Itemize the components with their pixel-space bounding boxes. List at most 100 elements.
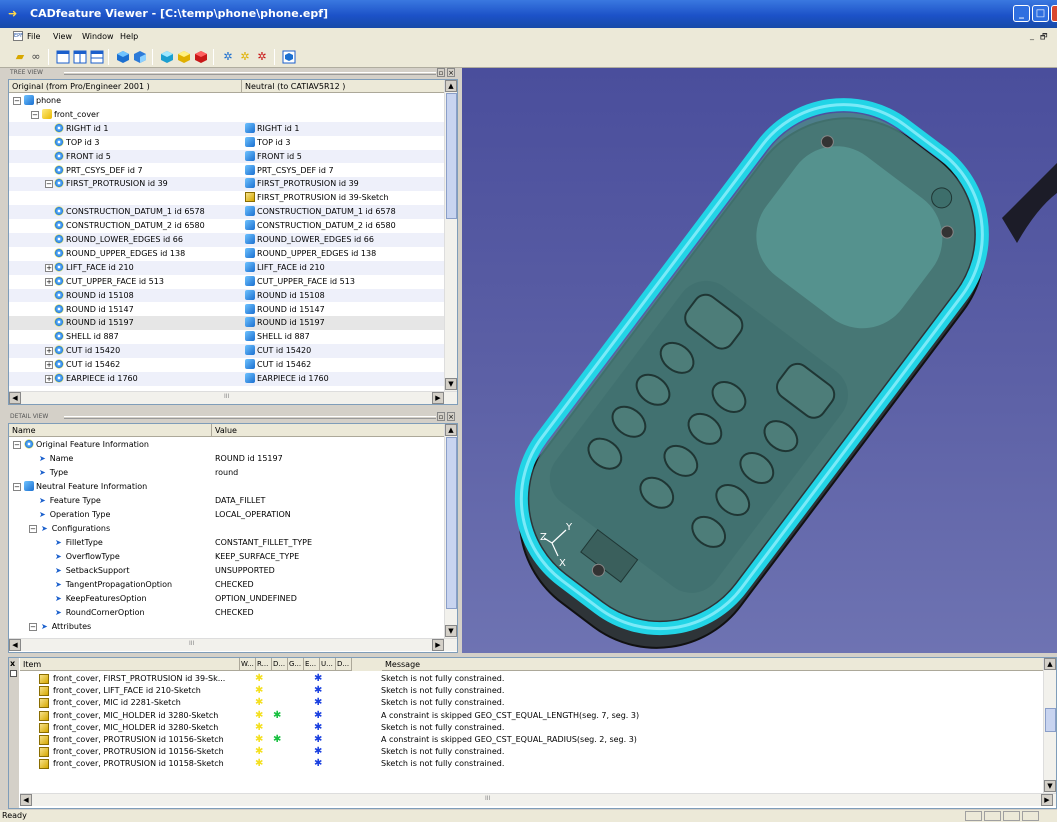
collapse-toggle[interactable]: − [45,180,53,189]
detail-vscrollbar[interactable]: ▲ ▼ [444,424,457,638]
expand-toggle[interactable]: + [45,361,53,370]
menu-view[interactable]: View [53,32,72,41]
detail-row[interactable]: ➤ Name ROUND id 15197 [9,452,445,466]
window-icon[interactable] [56,50,70,64]
expand-toggle[interactable]: + [45,347,53,356]
message-col-header[interactable]: Message [382,658,1056,671]
tree-col-original[interactable]: Original (from Pro/Engineer 2001 ) [9,80,242,93]
tree-row-part[interactable]: − front_cover [9,108,445,122]
tree-row-feature[interactable]: ROUND_UPPER_EDGES id 138 ROUND_UPPER_EDGE… [9,247,445,261]
message-col-header[interactable]: W... [240,658,256,671]
detail-row[interactable]: − Original Feature Information [9,438,445,452]
tree-row-feature[interactable]: − FIRST_PROTRUSION id 39 FIRST_PROTRUSION … [9,177,445,192]
message-row[interactable]: front_cover, PROTRUSION id 10158-Sketch ✱… [29,758,1039,770]
message-col-header[interactable]: Item [20,658,240,671]
blue-cube-icon[interactable] [116,50,130,64]
scroll-up-arrow[interactable]: ▲ [445,424,457,436]
scroll-right-arrow[interactable]: ▶ [432,392,444,404]
minimize-button[interactable]: _ [1013,5,1030,22]
red-cube-icon[interactable] [194,50,208,64]
document-menu-icon[interactable]: EPF [13,31,23,41]
scroll-up-arrow[interactable]: ▲ [445,80,457,92]
blue-gear-icon[interactable]: ✲ [221,50,235,64]
scroll-left-arrow[interactable]: ◀ [9,392,21,404]
message-row[interactable]: front_cover, PROTRUSION id 10156-Sketch ✱… [29,734,1039,746]
tree-view-close-button[interactable]: × [447,68,455,77]
message-row[interactable]: front_cover, PROTRUSION id 10156-Sketch ✱… [29,746,1039,758]
expand-toggle[interactable]: + [45,375,53,383]
scroll-left-arrow[interactable]: ◀ [9,639,21,651]
message-vscrollbar[interactable]: ▲ ▼ [1043,658,1056,793]
yellow-cube-icon[interactable] [177,50,191,64]
message-col-header[interactable]: U... [320,658,336,671]
scroll-right-arrow[interactable]: ▶ [432,639,444,651]
message-float-button[interactable] [10,670,17,677]
detail-row[interactable]: ➤ FilletType CONSTANT_FILLET_TYPE [9,536,445,550]
tree-row-feature[interactable]: FIRST_PROTRUSION id 39-Sketch [9,191,445,205]
cyan-cube-icon[interactable] [160,50,174,64]
detail-row[interactable]: ➤ OverflowType KEEP_SURFACE_TYPE [9,550,445,564]
collapse-toggle[interactable]: − [13,441,21,449]
yellow-gear-icon[interactable]: ✲ [238,50,252,64]
close-button[interactable] [1051,5,1057,22]
tree-row-feature[interactable]: ROUND id 15197 ROUND id 15197 [9,316,445,331]
expand-toggle[interactable]: + [45,277,53,286]
detail-hscrollbar[interactable]: ◀ III ▶ [9,638,457,651]
tree-row-feature[interactable]: RIGHT id 1 RIGHT id 1 [9,121,445,136]
tree-row-feature[interactable]: TOP id 3 TOP id 3 [9,136,445,150]
detail-row[interactable]: ➤ TangentPropagationOption CHECKED [9,578,445,592]
tree-vscrollbar[interactable]: ▲ ▼ [444,80,457,391]
tree-row-feature[interactable]: + LIFT_FACE id 210 LIFT_FACE id 210 [9,260,445,275]
tree-row-feature[interactable]: + CUT id 15462 CUT id 15462 [9,358,445,372]
collapse-toggle[interactable]: − [31,110,39,119]
message-hscrollbar[interactable]: ◀ III ▶ [20,793,1056,806]
tree-scroll-thumb[interactable] [446,93,457,219]
collapse-toggle[interactable]: − [29,525,37,533]
message-close-button[interactable]: x [10,659,15,668]
tree-row-feature[interactable]: ROUND_LOWER_EDGES id 66 ROUND_LOWER_EDGES… [9,233,445,247]
scroll-right-arrow[interactable]: ▶ [1041,794,1053,806]
detail-row[interactable]: ➤ SetbackSupport UNSUPPORTED [9,564,445,578]
tree-row-feature[interactable]: + CUT id 15420 CUT id 15420 [9,344,445,359]
maximize-button[interactable]: □ [1032,5,1049,22]
detail-col-name[interactable]: Name [9,424,212,437]
menu-window[interactable]: Window [82,32,114,41]
red-gear-icon[interactable]: ✲ [255,50,269,64]
scroll-down-arrow[interactable]: ▼ [445,378,457,390]
detail-row[interactable]: ➤ KeepFeaturesOption OPTION_UNDEFINED [9,592,445,606]
tree-row-feature[interactable]: PRT_CSYS_DEF id 7 PRT_CSYS_DEF id 7 [9,164,445,178]
detail-col-value[interactable]: Value [212,424,445,437]
detail-row[interactable]: ➤ Feature Type DATA_FILLET [9,494,445,508]
blue-cube-alt-icon[interactable] [133,50,147,64]
message-col-header[interactable]: G... [288,658,304,671]
3d-viewport[interactable]: Y X Z [462,68,1057,653]
tree-view-float-button[interactable]: ▫ [437,68,445,77]
fit-view-icon[interactable] [282,50,296,64]
open-folder-icon[interactable]: ▰ [13,50,27,64]
detail-row[interactable]: ➤ Operation Type LOCAL_OPERATION [9,508,445,522]
detail-view-close-button[interactable]: × [447,412,455,421]
message-row[interactable]: front_cover, FIRST_PROTRUSION id 39-Sk..… [29,673,1039,685]
tree-row-feature[interactable]: ROUND id 15108 ROUND id 15108 [9,288,445,303]
tree-row-feature[interactable]: + CUT_UPPER_FACE id 513 CUT_UPPER_FACE id … [9,275,445,289]
message-col-header[interactable]: R... [256,658,272,671]
message-row[interactable]: front_cover, MIC id 2281-Sketch ✱ ✱ Sketch … [29,697,1039,709]
message-col-header[interactable]: D... [272,658,288,671]
message-scroll-thumb[interactable] [1045,708,1056,732]
collapse-toggle[interactable]: − [13,97,21,105]
tree-col-neutral[interactable]: Neutral (to CATIAV5R12 ) [242,80,445,93]
panel-grip[interactable] [64,416,436,419]
window-split-icon[interactable] [73,50,87,64]
expand-toggle[interactable]: + [45,263,53,272]
scroll-up-arrow[interactable]: ▲ [1044,658,1056,670]
tree-row-feature[interactable]: SHELL id 887 SHELL id 887 [9,330,445,344]
scroll-left-arrow[interactable]: ◀ [20,794,32,806]
menu-help[interactable]: Help [120,32,138,41]
scroll-down-arrow[interactable]: ▼ [445,625,457,637]
tree-row-root[interactable]: − phone [9,94,445,108]
tree-row-feature[interactable]: CONSTRUCTION_DATUM_2 id 6580 CONSTRUCTION… [9,219,445,233]
collapse-toggle[interactable]: − [13,483,21,491]
tree-row-feature[interactable]: + EARPIECE id 1760 EARPIECE id 1760 [9,372,445,386]
message-col-header[interactable]: D... [336,658,352,671]
tree-row-feature[interactable]: CONSTRUCTION_DATUM_1 id 6578 CONSTRUCTION… [9,205,445,220]
